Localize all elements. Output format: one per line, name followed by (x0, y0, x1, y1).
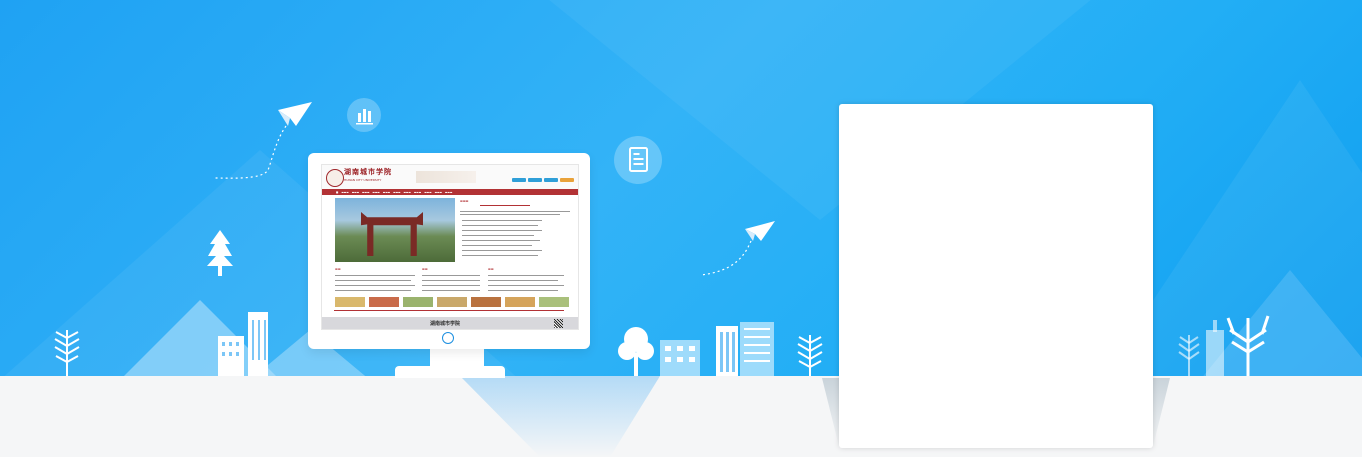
news-line (462, 255, 538, 257)
document-icon (614, 136, 662, 184)
news-line (460, 214, 560, 216)
news-line (462, 235, 534, 237)
column-title: ▬▬ (488, 267, 494, 271)
tree-icon (1226, 315, 1270, 378)
blank-content-card (839, 104, 1153, 448)
building-icon (1206, 320, 1224, 378)
news-line (462, 220, 542, 222)
thumbnail-strip (335, 297, 569, 307)
column-line (335, 290, 411, 292)
column-line (488, 280, 558, 282)
column-line (422, 280, 480, 282)
news-headline (480, 205, 530, 207)
building-icon (716, 322, 774, 378)
website-preview: 湖南城市学院 HUNAN CITY UNIVERSITY ■ ▬▬▬ ▬▬▬ ▬▬▬ ▬… (321, 164, 579, 330)
links-bar (334, 310, 564, 311)
paper-plane-icon (213, 102, 312, 179)
site-hero-photo (335, 198, 455, 262)
column-line (422, 275, 480, 277)
site-banner (416, 171, 476, 183)
site-subtitle: HUNAN CITY UNIVERSITY (344, 178, 382, 182)
site-footer: 湖南城市学院 (322, 317, 578, 329)
column-line (488, 275, 564, 277)
pavilion-image (361, 212, 423, 256)
site-header: 湖南城市学院 HUNAN CITY UNIVERSITY (322, 165, 578, 189)
tree-icon (797, 335, 823, 378)
column-title: ▬▬ (422, 267, 428, 271)
building-icon (660, 340, 700, 378)
site-top-buttons (512, 178, 574, 182)
monitor-stand (395, 366, 505, 378)
building-icon (218, 312, 268, 378)
news-line (462, 230, 542, 232)
news-panel-title: ▬▬▬ (460, 199, 469, 203)
news-line (460, 211, 570, 213)
site-nav: ■ ▬▬▬ ▬▬▬ ▬▬▬ ▬▬▬ ▬▬▬ ▬▬▬ ▬▬▬ ▬▬▬ ▬▬▬ ▬▬▬ ▬▬▬ (322, 189, 578, 195)
column-line (335, 280, 411, 282)
column-title: ▬▬ (335, 267, 341, 271)
school-emblem-icon (326, 169, 344, 187)
monitor-mockup: 湖南城市学院 HUNAN CITY UNIVERSITY ■ ▬▬▬ ▬▬▬ ▬▬▬ ▬… (308, 153, 590, 349)
tree-icon (618, 327, 654, 378)
bar-chart-icon (347, 98, 381, 132)
hero-background (0, 0, 1362, 378)
news-line (462, 240, 540, 242)
column-line (488, 290, 558, 292)
news-line (462, 245, 532, 247)
tree-icon (207, 230, 233, 276)
tree-icon (54, 330, 80, 378)
column-line (488, 285, 564, 287)
news-line (462, 225, 538, 227)
column-line (335, 275, 415, 277)
column-line (335, 285, 415, 287)
tree-icon (1178, 335, 1200, 377)
news-line (462, 250, 542, 252)
power-button-icon (442, 332, 454, 344)
footer-site-name: 湖南城市学院 (430, 321, 461, 327)
site-name: 湖南城市学院 (344, 167, 392, 176)
qr-code-icon (554, 319, 563, 328)
column-line (422, 285, 480, 287)
column-line (422, 290, 480, 292)
paper-plane-icon (700, 221, 775, 276)
